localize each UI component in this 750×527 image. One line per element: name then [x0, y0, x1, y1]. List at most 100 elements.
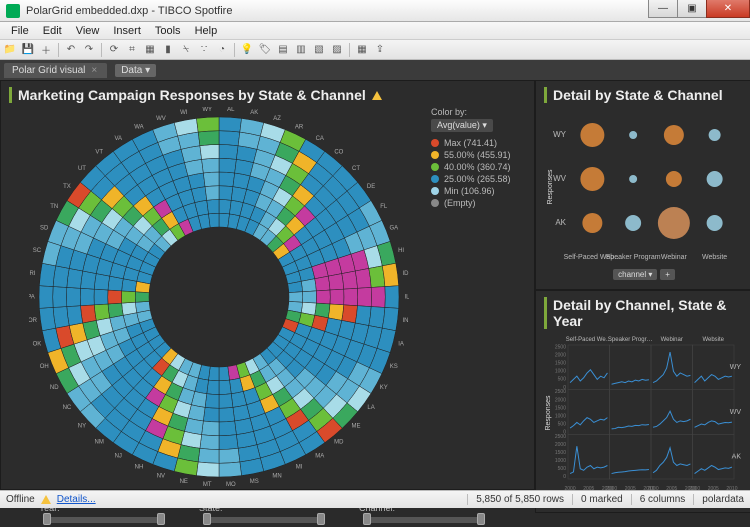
toolbar-table-icon[interactable]: ▦: [142, 42, 158, 58]
toolbar-more3-icon[interactable]: ▧: [311, 42, 327, 58]
status-marked: 0 marked: [572, 494, 623, 505]
svg-text:2500: 2500: [555, 345, 566, 351]
toolbar-bulb-icon[interactable]: 💡: [239, 42, 255, 58]
svg-text:UT: UT: [78, 166, 86, 172]
svg-text:CO: CO: [334, 150, 343, 156]
svg-text:MN: MN: [272, 473, 281, 479]
status-rows: 5,850 of 5,850 rows: [467, 494, 564, 505]
app-icon: [6, 4, 20, 18]
menu-view[interactable]: View: [69, 25, 107, 37]
legend-measure-dropdown[interactable]: Avg(value) ▾: [431, 119, 493, 132]
legend-item: 55.00% (455.91): [431, 150, 511, 160]
toolbar-add-icon[interactable]: ＋: [38, 42, 54, 58]
svg-text:OH: OH: [40, 364, 49, 370]
status-details-link[interactable]: Details...: [57, 494, 96, 505]
svg-text:FL: FL: [380, 204, 388, 210]
svg-text:MS: MS: [250, 479, 259, 485]
toolbar-open-icon[interactable]: 📁: [2, 42, 18, 58]
svg-text:NJ: NJ: [115, 453, 122, 459]
toolbar-grid-icon[interactable]: ▦: [354, 42, 370, 58]
toolbar-undo-icon[interactable]: ↶: [63, 42, 79, 58]
svg-text:1000: 1000: [555, 458, 566, 464]
svg-text:WA: WA: [134, 124, 143, 130]
menu-help[interactable]: Help: [188, 25, 225, 37]
toolbar-scatter-icon[interactable]: ∵: [196, 42, 212, 58]
menu-file[interactable]: File: [4, 25, 36, 37]
toolbar-more4-icon[interactable]: ▨: [329, 42, 345, 58]
scatter-chart[interactable]: WYWVAKSelf-Paced Web…Speaker ProgramWebi…: [544, 107, 739, 267]
window-maximize-button[interactable]: ▣: [677, 0, 707, 18]
axis-plus[interactable]: +: [660, 269, 675, 280]
window-titlebar: PolarGrid embedded.dxp - TIBCO Spotfire …: [0, 0, 750, 22]
toolbar-filter-icon[interactable]: ⌗: [124, 42, 140, 58]
svg-text:HI: HI: [398, 248, 404, 254]
window-minimize-button[interactable]: —: [648, 0, 678, 18]
svg-text:RI: RI: [29, 271, 35, 277]
svg-text:MT: MT: [203, 482, 212, 487]
toolbar-bar-chart-icon[interactable]: ▮: [160, 42, 176, 58]
warning-icon[interactable]: [372, 91, 382, 100]
svg-text:500: 500: [558, 377, 567, 383]
panel-scatter-title: Detail by State & Channel: [544, 87, 744, 103]
toolbar-tag-icon[interactable]: 🏷: [257, 42, 273, 58]
tab-polar-grid[interactable]: Polar Grid visual×: [4, 63, 107, 78]
svg-text:PA: PA: [29, 295, 35, 301]
svg-text:NC: NC: [63, 405, 72, 411]
svg-text:AL: AL: [227, 107, 235, 113]
toolbar-line-chart-icon[interactable]: ⍀: [178, 42, 194, 58]
toolbar-more2-icon[interactable]: ▥: [293, 42, 309, 58]
svg-text:OK: OK: [33, 341, 42, 347]
svg-text:MO: MO: [226, 482, 236, 487]
trellis-line-chart[interactable]: Self-Paced We…Speaker Progr…WebinarWebsi…: [544, 333, 744, 493]
svg-text:IN: IN: [403, 318, 409, 324]
svg-text:LA: LA: [367, 405, 374, 411]
svg-text:1000: 1000: [555, 413, 566, 419]
menu-tools[interactable]: Tools: [148, 25, 188, 37]
svg-text:NV: NV: [157, 473, 165, 479]
svg-text:SC: SC: [33, 248, 42, 254]
toolbar-save-icon[interactable]: 💾: [20, 42, 36, 58]
svg-text:500: 500: [558, 421, 567, 427]
toolbar-refresh-icon[interactable]: ⟳: [106, 42, 122, 58]
svg-text:ME: ME: [352, 423, 361, 429]
toolbar-export-icon[interactable]: ⇪: [372, 42, 388, 58]
toolbar-pie-icon[interactable]: ◔: [214, 42, 230, 58]
toolbar-more1-icon[interactable]: ▤: [275, 42, 291, 58]
panel-scatter: Detail by State & Channel WYWVAKSelf-Pac…: [535, 80, 750, 290]
workspace: Marketing Campaign Responses by State & …: [0, 80, 750, 490]
svg-text:CT: CT: [352, 166, 360, 172]
color-legend: Color by: Avg(value) ▾ Max (741.41)55.00…: [431, 107, 511, 210]
svg-text:CA: CA: [316, 136, 324, 142]
svg-text:IL: IL: [404, 295, 409, 301]
svg-text:2000: 2000: [555, 442, 566, 448]
close-icon[interactable]: ×: [91, 65, 97, 76]
svg-text:WY: WY: [553, 130, 567, 139]
svg-text:WV: WV: [730, 409, 742, 416]
menu-insert[interactable]: Insert: [106, 25, 148, 37]
window-close-button[interactable]: ✕: [706, 0, 750, 18]
panel-lines: Detail by Channel, State & Year Self-Pac…: [535, 290, 750, 513]
svg-text:TN: TN: [50, 204, 58, 210]
page-tabstrip: Polar Grid visual× Data ▾: [0, 60, 750, 80]
statusbar: Offline Details... 5,850 of 5,850 rows 0…: [0, 490, 750, 508]
svg-text:AZ: AZ: [273, 116, 281, 122]
svg-text:Responses: Responses: [545, 395, 552, 431]
svg-text:Speaker Progr…: Speaker Progr…: [608, 337, 653, 343]
legend-header: Color by:: [431, 107, 511, 117]
x-axis-selector[interactable]: channel ▾: [613, 269, 657, 280]
svg-text:KY: KY: [380, 385, 388, 391]
polar-heatmap-chart[interactable]: ALAKAZARCACOCTDEFLGAHIIDILINIAKSKYLAMEMD…: [29, 107, 409, 487]
svg-text:ID: ID: [403, 271, 409, 277]
legend-item: Min (106.96): [431, 186, 511, 196]
svg-text:500: 500: [558, 466, 567, 472]
svg-text:WV: WV: [553, 174, 567, 183]
svg-text:1500: 1500: [555, 405, 566, 411]
svg-text:WI: WI: [180, 110, 188, 116]
svg-text:MD: MD: [334, 439, 344, 445]
status-warning-icon[interactable]: [41, 495, 51, 504]
legend-item: 40.00% (360.74): [431, 162, 511, 172]
menu-edit[interactable]: Edit: [36, 25, 69, 37]
svg-text:MI: MI: [296, 465, 303, 471]
toolbar-redo-icon[interactable]: ↷: [81, 42, 97, 58]
tab-data[interactable]: Data ▾: [115, 64, 156, 77]
